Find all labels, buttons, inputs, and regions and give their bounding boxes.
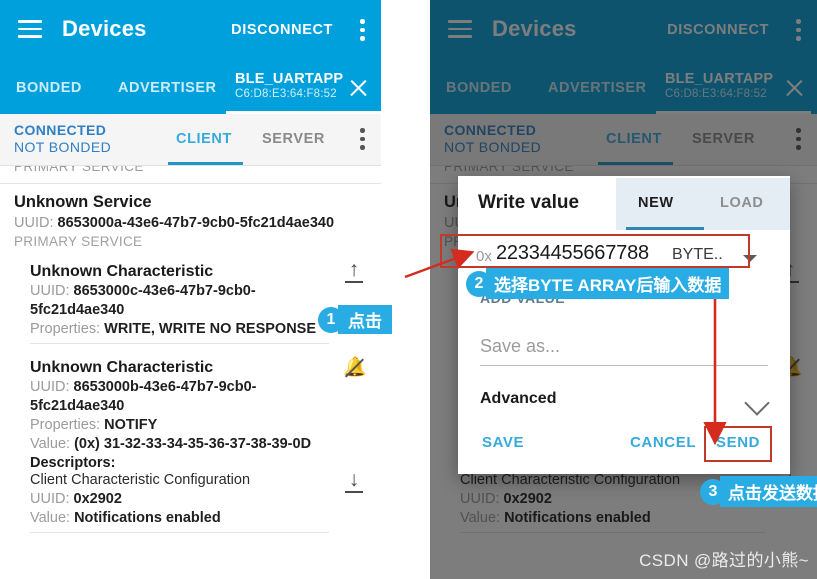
device-name: BLE_UARTAPP	[235, 71, 344, 87]
status-bar-left: CONNECTED NOT BONDED CLIENT SERVER	[0, 114, 381, 166]
list-divider	[30, 343, 329, 344]
value-highlight-box	[440, 234, 750, 268]
left-phone-panel: Devices DISCONNECT BONDED ADVERTISER BLE…	[0, 0, 381, 579]
tab-load[interactable]: LOAD	[720, 195, 763, 211]
dialog-header: Write value NEW LOAD	[458, 176, 790, 232]
characteristic-value-row: Value: (0x) 31-32-33-34-35-36-37-38-39-0…	[30, 435, 329, 454]
service-uuid-value: 8653000a-43e6-47b7-9cb0-5fc21d4ae340	[57, 215, 335, 231]
notifications-off-icon[interactable]: 🔔	[341, 356, 367, 382]
save-button[interactable]: SAVE	[482, 434, 524, 451]
characteristic-properties-value: WRITE, WRITE NO RESPONSE	[104, 321, 317, 337]
chevron-down-icon[interactable]	[744, 390, 770, 416]
characteristic-value-value: (0x) 31-32-33-34-35-36-37-38-39-0D	[74, 436, 312, 452]
descriptor-uuid-row: UUID: 0x2902	[30, 490, 329, 509]
download-read-icon[interactable]: ↓	[341, 469, 367, 496]
service-type-label: PRIMARY SERVICE	[14, 234, 143, 249]
disconnect-button[interactable]: DISCONNECT	[231, 22, 333, 38]
characteristic-properties-key: Properties:	[30, 417, 101, 433]
annotation-step-3: 3 点击发送数据	[700, 476, 817, 507]
gatt-service-list[interactable]: PRIMARY SERVICE Unknown Service UUID: 86…	[0, 166, 381, 541]
characteristic-properties-row: Properties: NOTIFY	[30, 416, 329, 435]
characteristic-uuid-key: UUID:	[30, 379, 70, 395]
advanced-section-toggle[interactable]: Advanced	[480, 390, 770, 420]
tab-client[interactable]: CLIENT	[176, 131, 232, 147]
upload-baseline	[345, 280, 363, 283]
annotation-text: 选择BYTE ARRAY后输入数据	[486, 268, 730, 299]
dialog-tab-group: NEW LOAD	[616, 178, 790, 230]
characteristic-uuid-row: UUID: 8653000b-43e6-47b7-9cb0-5fc21d4ae3…	[30, 378, 329, 416]
service-uuid-key: UUID:	[14, 215, 54, 231]
characteristic-title: Unknown Characteristic	[30, 359, 214, 376]
write-value-dialog: Write value NEW LOAD 0x 22334455667788 B…	[458, 176, 790, 474]
client-tab-indicator	[168, 162, 243, 165]
tab-device-ble-uartapp[interactable]: BLE_UARTAPP C6:D8:E3:64:F8:52	[235, 71, 343, 100]
service-uuid-row: UUID: 8653000a-43e6-47b7-9cb0-5fc21d4ae3…	[14, 214, 367, 233]
characteristic-properties-value: NOTIFY	[104, 417, 158, 433]
service-item[interactable]: Unknown Service UUID: 8653000a-43e6-47b7…	[0, 184, 381, 256]
tab-bonded[interactable]: BONDED	[16, 80, 82, 96]
send-highlight-box	[704, 426, 772, 462]
upload-write-icon[interactable]: ↑	[341, 259, 367, 286]
tab-server[interactable]: SERVER	[262, 131, 325, 147]
descriptor-name: Client Characteristic Configuration	[30, 472, 251, 488]
service-title: Unknown Service	[14, 193, 152, 211]
descriptor-value-row: Value: Notifications enabled	[30, 509, 329, 528]
screenshot-root: Devices DISCONNECT BONDED ADVERTISER BLE…	[0, 0, 817, 579]
watermark: CSDN @路过的小熊~	[639, 551, 809, 570]
panel-gap	[381, 0, 430, 579]
close-icon[interactable]	[347, 77, 369, 99]
tab-new[interactable]: NEW	[638, 195, 674, 211]
descriptor-value-key: Value:	[30, 510, 71, 526]
device-address: C6:D8:E3:64:F8:52	[235, 88, 337, 100]
annotation-step-1: 1 点击	[318, 305, 392, 334]
characteristic-value-key: Value:	[30, 436, 71, 452]
descriptor-value-value: Notifications enabled	[74, 510, 221, 526]
save-as-placeholder: Save as...	[480, 336, 561, 356]
list-divider	[30, 532, 329, 533]
characteristic-item-notify[interactable]: Unknown Characteristic UUID: 8653000b-43…	[0, 352, 381, 541]
descriptor-uuid-key: UUID:	[30, 491, 70, 507]
advanced-label: Advanced	[480, 390, 557, 407]
overflow-menu-icon[interactable]	[360, 19, 365, 42]
tab-advertiser[interactable]: ADVERTISER	[118, 80, 216, 96]
characteristic-title: Unknown Characteristic	[30, 263, 214, 280]
annotation-text: 点击发送数据	[720, 476, 817, 507]
characteristic-uuid-key: UUID:	[30, 283, 70, 299]
client-overflow-menu-icon[interactable]	[360, 128, 365, 151]
clipped-primary-service-row: PRIMARY SERVICE	[0, 166, 381, 184]
device-tab-strip-left: BONDED ADVERTISER BLE_UARTAPP C6:D8:E3:6…	[0, 63, 381, 114]
characteristic-properties-key: Properties:	[30, 321, 101, 337]
annotation-text: 点击	[338, 305, 392, 334]
status-bonding: NOT BONDED	[14, 139, 112, 155]
app-bar-left: Devices DISCONNECT	[0, 0, 381, 63]
cancel-button[interactable]: CANCEL	[630, 434, 696, 451]
new-tab-indicator	[626, 227, 704, 230]
characteristic-uuid-row: UUID: 8653000c-43e6-47b7-9cb0-5fc21d4ae3…	[30, 282, 329, 320]
connection-status: CONNECTED NOT BONDED	[14, 122, 111, 156]
descriptors-label: Descriptors:	[30, 455, 116, 471]
clipped-primary-service-label: PRIMARY SERVICE	[14, 166, 144, 174]
annotation-step-2: 2 选择BYTE ARRAY后输入数据	[466, 268, 730, 299]
characteristic-properties-row: Properties: WRITE, WRITE NO RESPONSE	[30, 320, 329, 339]
dialog-actions: SAVE CANCEL SEND	[458, 420, 790, 474]
characteristic-item-write[interactable]: Unknown Characteristic UUID: 8653000c-43…	[0, 256, 381, 352]
page-title: Devices	[62, 16, 147, 41]
save-as-field[interactable]: Save as...	[480, 336, 768, 366]
dialog-title: Write value	[478, 192, 580, 213]
hamburger-icon[interactable]	[18, 20, 42, 38]
download-baseline	[345, 490, 363, 493]
status-connected: CONNECTED	[14, 122, 107, 138]
descriptor-uuid-value: 0x2902	[73, 491, 122, 507]
